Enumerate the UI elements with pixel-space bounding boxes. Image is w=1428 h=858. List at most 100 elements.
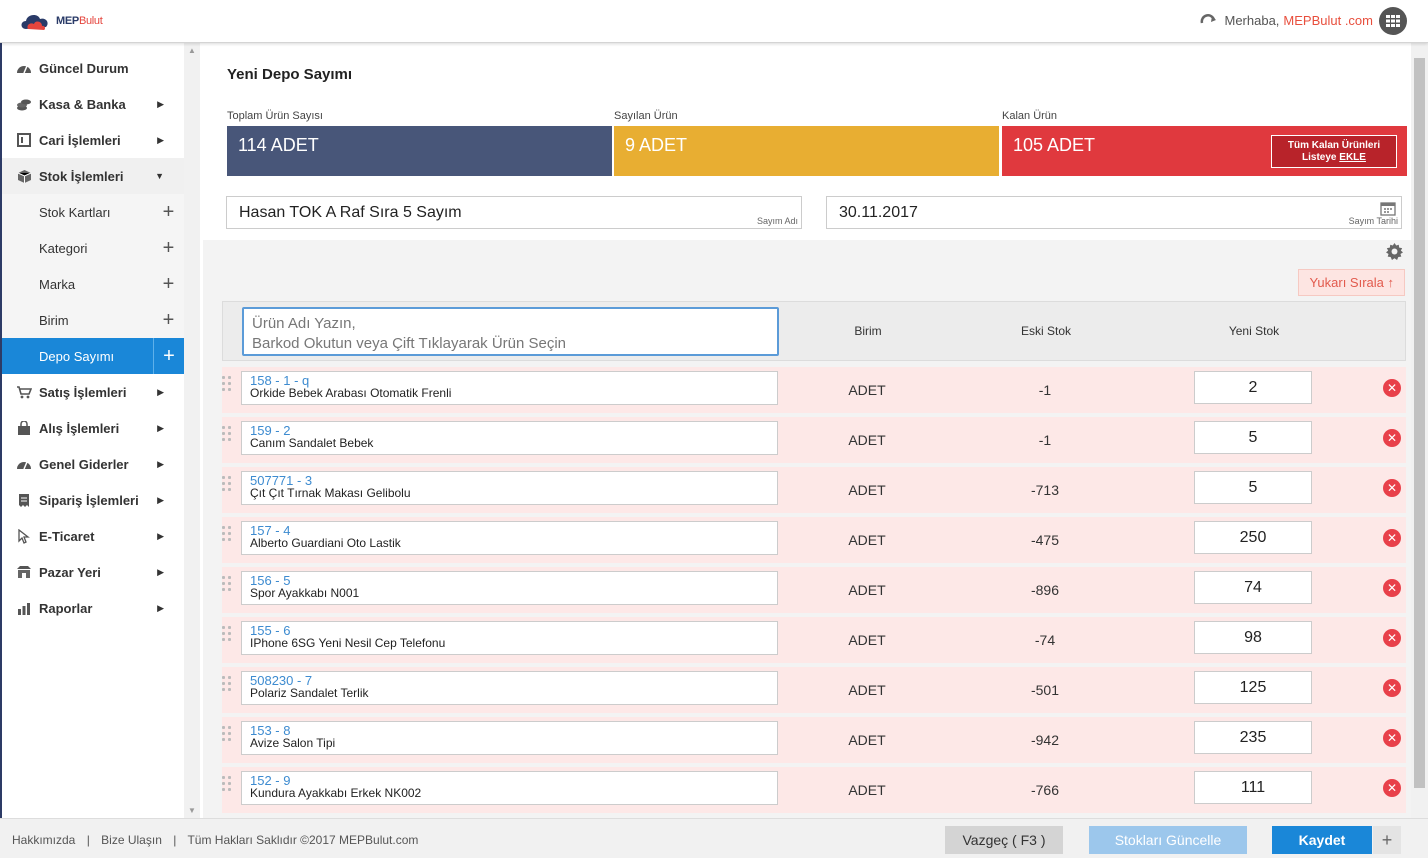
- new-stock-input[interactable]: 74: [1194, 571, 1312, 604]
- old-stock-cell: -1: [1038, 432, 1052, 448]
- delete-row-icon[interactable]: ✕: [1383, 679, 1401, 697]
- page-scrollbar[interactable]: [1411, 43, 1428, 818]
- table-row: 152 - 9 Kundura Ayakkabı Erkek NK002 ADET…: [222, 767, 1406, 813]
- sidebar-subitem-stok-kartlari[interactable]: Stok Kartları +: [0, 194, 184, 230]
- sidebar-subitem-kategori[interactable]: Kategori +: [0, 230, 184, 266]
- footer-links: Hakkımızda | Bize Ulaşın | Tüm Hakları S…: [12, 833, 418, 847]
- delete-row-icon[interactable]: ✕: [1383, 429, 1401, 447]
- unit-cell: ADET: [848, 732, 886, 748]
- box-icon: [16, 168, 32, 184]
- about-link[interactable]: Hakkımızda: [12, 833, 75, 847]
- chevron-right-icon: ▶: [157, 603, 164, 613]
- add-icon[interactable]: +: [153, 338, 184, 374]
- product-field[interactable]: 508230 - 7 Polariz Sandalet Terlik: [241, 671, 778, 705]
- calendar-icon[interactable]: [1380, 201, 1396, 216]
- sidebar-item-label: E-Ticaret: [39, 528, 95, 544]
- product-field[interactable]: 153 - 8 Avize Salon Tipi: [241, 721, 778, 755]
- drag-handle-icon[interactable]: [222, 726, 232, 741]
- product-field[interactable]: 157 - 4 Alberto Guardiani Oto Lastik: [241, 521, 778, 555]
- gauge-icon: [16, 60, 32, 76]
- chevron-right-icon: ▶: [157, 531, 164, 541]
- drag-handle-icon[interactable]: [222, 526, 232, 541]
- count-name-field[interactable]: Hasan TOK A Raf Sıra 5 Sayım Sayım Adı: [226, 196, 802, 229]
- sidebar-item-cari-islemleri[interactable]: Cari İşlemleri ▶: [0, 122, 184, 158]
- add-remaining-line1: Tüm Kalan Ürünleri: [1287, 140, 1381, 151]
- drag-handle-icon[interactable]: [222, 626, 232, 641]
- sidebar-item-label: Kategori: [39, 240, 88, 256]
- delete-row-icon[interactable]: ✕: [1383, 379, 1401, 397]
- sidebar-subitem-depo-sayimi[interactable]: Depo Sayımı +: [0, 338, 184, 374]
- add-icon[interactable]: +: [153, 230, 184, 266]
- sidebar-item-kasa-banka[interactable]: Kasa & Banka ▶: [0, 86, 184, 122]
- count-name-value: Hasan TOK A Raf Sıra 5 Sayım: [239, 204, 462, 221]
- sidebar-item-guncel-durum[interactable]: Güncel Durum: [0, 50, 184, 86]
- product-field[interactable]: 155 - 6 IPhone 6SG Yeni Nesil Cep Telefon…: [241, 621, 778, 655]
- new-stock-input[interactable]: 5: [1194, 471, 1312, 504]
- drag-handle-icon[interactable]: [222, 776, 232, 791]
- sidebar-item-e-ticaret[interactable]: E-Ticaret ▶: [0, 518, 184, 554]
- product-search-input[interactable]: Ürün Adı Yazın, Barkod Okutun veya Çift …: [242, 307, 779, 356]
- drag-handle-icon[interactable]: [222, 376, 232, 391]
- more-options-button[interactable]: +: [1373, 826, 1401, 854]
- drag-handle-icon[interactable]: [222, 576, 232, 591]
- sidebar-item-pazar-yeri[interactable]: Pazar Yeri ▶: [0, 554, 184, 590]
- product-name: Kundura Ayakkabı Erkek NK002: [250, 786, 422, 800]
- scroll-up-icon[interactable]: ▲: [188, 46, 196, 55]
- apps-grid-button[interactable]: [1379, 7, 1407, 35]
- count-date-field[interactable]: 30.11.2017 Sayım Tarihi: [826, 196, 1402, 229]
- table-row: 159 - 2 Canım Sandalet Bebek ADET -1 5 ✕: [222, 417, 1406, 463]
- drag-handle-icon[interactable]: [222, 676, 232, 691]
- sidebar-item-siparis-islemleri[interactable]: Sipariş İşlemleri ▶: [0, 482, 184, 518]
- sidebar-scrollbar[interactable]: ▲ ▼: [184, 43, 200, 818]
- product-field[interactable]: 152 - 9 Kundura Ayakkabı Erkek NK002: [241, 771, 778, 805]
- sidebar-subitem-birim[interactable]: Birim +: [0, 302, 184, 338]
- product-field[interactable]: 156 - 5 Spor Ayakkabı N001: [241, 571, 778, 605]
- drag-handle-icon[interactable]: [222, 476, 232, 491]
- bag-icon: [16, 420, 32, 436]
- delete-row-icon[interactable]: ✕: [1383, 579, 1401, 597]
- table-row: 507771 - 3 Çıt Çıt Tırnak Makası Gelibolu…: [222, 467, 1406, 513]
- delete-row-icon[interactable]: ✕: [1383, 479, 1401, 497]
- search-placeholder-line1: Ürün Adı Yazın,: [252, 315, 356, 332]
- scrollbar-thumb[interactable]: [1414, 58, 1425, 788]
- new-stock-input[interactable]: 111: [1194, 771, 1312, 804]
- delete-row-icon[interactable]: ✕: [1383, 779, 1401, 797]
- scroll-down-icon[interactable]: ▼: [188, 806, 196, 815]
- table-row: 155 - 6 IPhone 6SG Yeni Nesil Cep Telefon…: [222, 617, 1406, 663]
- add-remaining-button[interactable]: Tüm Kalan Ürünleri Listeye EKLE: [1271, 135, 1397, 168]
- cancel-button[interactable]: Vazgeç ( F3 ): [945, 826, 1063, 854]
- update-stocks-button[interactable]: Stokları Güncelle: [1089, 826, 1247, 854]
- delete-row-icon[interactable]: ✕: [1383, 529, 1401, 547]
- new-stock-input[interactable]: 98: [1194, 621, 1312, 654]
- delete-row-icon[interactable]: ✕: [1383, 729, 1401, 747]
- product-field[interactable]: 507771 - 3 Çıt Çıt Tırnak Makası Gelibolu: [241, 471, 778, 505]
- sidebar-item-raporlar[interactable]: Raporlar ▶: [0, 590, 184, 626]
- new-stock-input[interactable]: 125: [1194, 671, 1312, 704]
- sort-up-button[interactable]: Yukarı Sırala ↑: [1298, 269, 1405, 296]
- contact-link[interactable]: Bize Ulaşın: [101, 833, 162, 847]
- product-field[interactable]: 159 - 2 Canım Sandalet Bebek: [241, 421, 778, 455]
- add-icon[interactable]: +: [153, 302, 184, 338]
- sidebar-nav: Güncel Durum Kasa & Banka ▶ Cari İşlemle…: [0, 50, 184, 626]
- product-field[interactable]: 158 - 1 - q Orkide Bebek Arabası Otomatik…: [241, 371, 778, 405]
- add-icon[interactable]: +: [153, 266, 184, 302]
- new-stock-input[interactable]: 250: [1194, 521, 1312, 554]
- user-name[interactable]: MEPBulut .com: [1283, 13, 1373, 28]
- sidebar-item-genel-giderler[interactable]: Genel Giderler ▶: [0, 446, 184, 482]
- sidebar-item-satis-islemleri[interactable]: Satış İşlemleri ▶: [0, 374, 184, 410]
- sidebar-subitem-marka[interactable]: Marka +: [0, 266, 184, 302]
- save-button[interactable]: Kaydet: [1272, 826, 1372, 854]
- drag-handle-icon[interactable]: [222, 426, 232, 441]
- cloud-logo-icon: [21, 15, 48, 30]
- sidebar-item-stok-islemleri[interactable]: Stok İşlemleri ▼: [0, 158, 184, 194]
- brand-logo[interactable]: MEPBulut: [18, 9, 103, 33]
- refresh-icon[interactable]: [1200, 13, 1218, 28]
- delete-row-icon[interactable]: ✕: [1383, 629, 1401, 647]
- gear-icon[interactable]: [1386, 243, 1403, 260]
- sidebar-item-alis-islemleri[interactable]: Alış İşlemleri ▶: [0, 410, 184, 446]
- new-stock-input[interactable]: 2: [1194, 371, 1312, 404]
- sidebar-item-label: Marka: [39, 276, 76, 292]
- new-stock-input[interactable]: 5: [1194, 421, 1312, 454]
- add-icon[interactable]: +: [153, 194, 184, 230]
- new-stock-input[interactable]: 235: [1194, 721, 1312, 754]
